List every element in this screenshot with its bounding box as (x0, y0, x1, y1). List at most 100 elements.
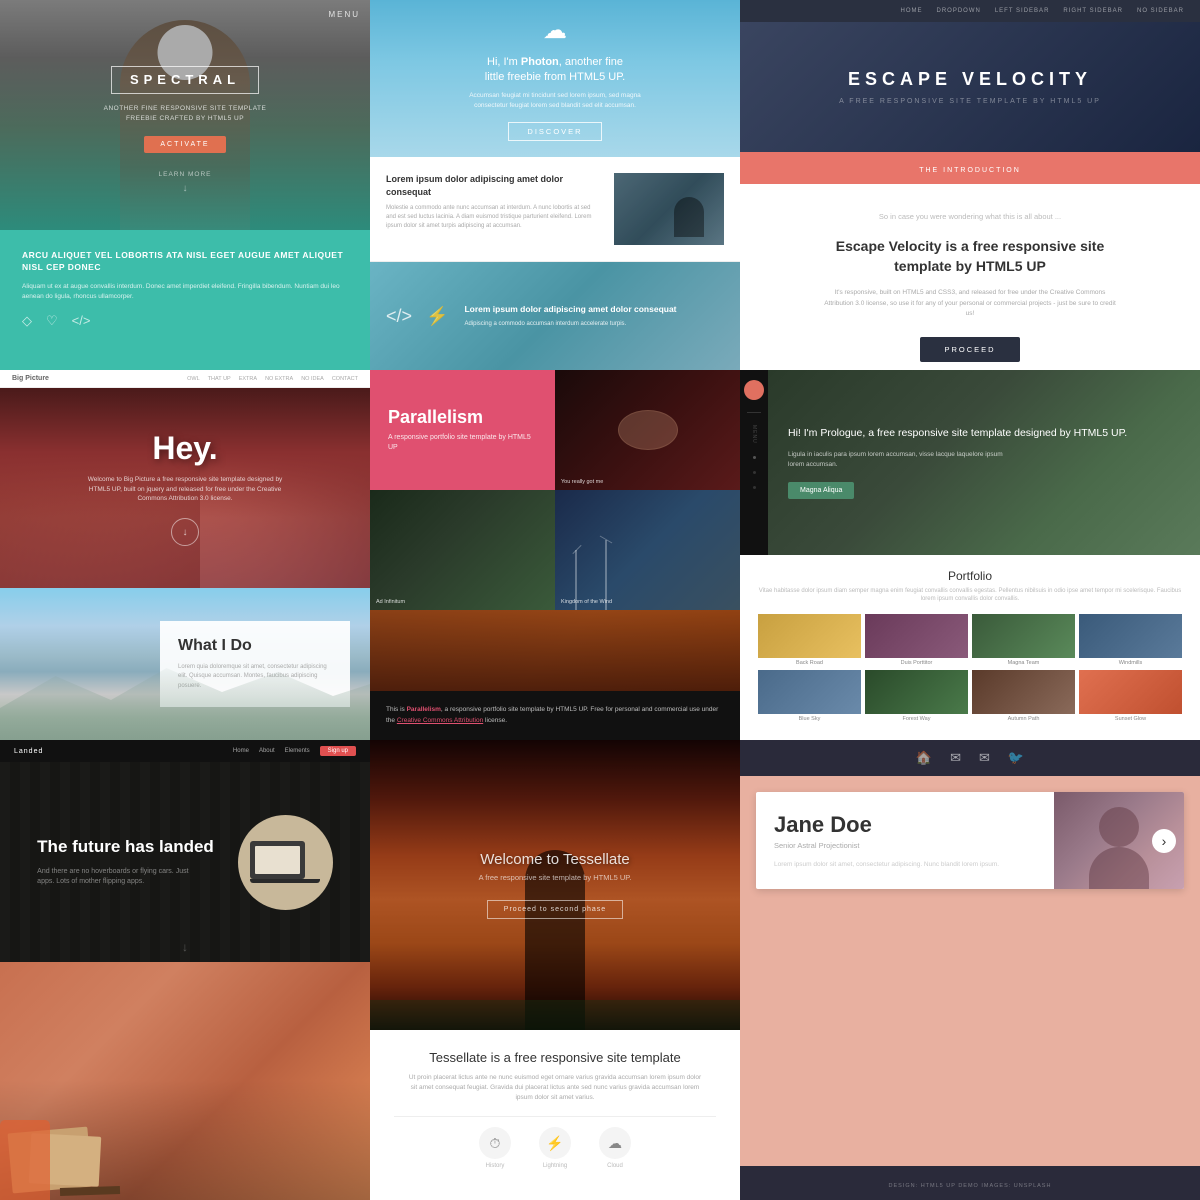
astral-next-button[interactable]: › (1152, 829, 1176, 853)
bp-nav-link-1[interactable]: OWL (187, 376, 200, 382)
portfolio-item-8[interactable]: Sunset Glow (1079, 670, 1182, 722)
ev-nav-left[interactable]: LEFT SIDEBAR (995, 8, 1050, 14)
para-license-link[interactable]: Creative Commons Attribution (397, 717, 483, 724)
ev-content: So in case you were wondering what this … (740, 184, 1200, 370)
portfolio-item-3[interactable]: Magna Team (972, 614, 1075, 666)
prologue-sidebar: MENU (740, 370, 768, 555)
tess-icon-cloud: ☁ Cloud (599, 1127, 631, 1169)
photon-banner-heading: Lorem ipsum dolor adipiscing amet dolor … (464, 304, 676, 316)
port-label-6: Forest Way (865, 716, 968, 722)
code-bracket-icon: </> (386, 306, 412, 327)
landed-nav-elements[interactable]: Elements (285, 748, 310, 754)
history-icon: ⏱ (479, 1127, 511, 1159)
para-img3-caption: Kingdom of the Wind (561, 599, 612, 605)
bp-hero: Hey. Welcome to Big Picture a free respo… (0, 388, 370, 588)
astral-mail-icon-1[interactable]: ✉ (950, 750, 961, 766)
astral-twitter-icon[interactable]: 🐦 (1008, 750, 1024, 766)
portfolio-item-6[interactable]: Forest Way (865, 670, 968, 722)
cell-parallelism: Parallelism A responsive portfolio site … (370, 370, 740, 740)
cell-tessellate: Welcome to Tessellate A free responsive … (370, 740, 740, 1200)
para-img-2: Ad Infinitum (370, 490, 555, 610)
ev-nav-links: HOME DROPDOWN LEFT SIDEBAR RIGHT SIDEBAR… (900, 8, 1184, 14)
lightning-icon: ⚡ (539, 1127, 571, 1159)
portfolio-item-5[interactable]: Blue Sky (758, 670, 861, 722)
lightning-icon: ⚡ (426, 306, 448, 327)
port-label-5: Blue Sky (758, 716, 861, 722)
ev-navbar: HOME DROPDOWN LEFT SIDEBAR RIGHT SIDEBAR… (740, 0, 1200, 22)
spectral-teal-heading: ARCU ALIQUET VEL LOBORTIS ATA NISL EGET … (22, 250, 348, 274)
portfolio-item-1[interactable]: Back Road (758, 614, 861, 666)
discover-button[interactable]: DISCOVER (508, 122, 601, 141)
landed-signup-button[interactable]: Sign up (320, 746, 356, 756)
cell-photon: ☁ Hi, I'm Photon, another finelittle fre… (370, 0, 740, 370)
landed-hero-title: The future has landed (37, 836, 214, 858)
spectral-teal-text: Aliquam ut ex at augue convallis interdu… (22, 282, 348, 302)
learn-more-link[interactable]: LEARN MORE (159, 171, 212, 178)
port-img-3 (972, 614, 1075, 658)
photon-content-heading: Lorem ipsum dolor adipiscing amet dolor … (386, 173, 602, 198)
ev-nav-right[interactable]: RIGHT SIDEBAR (1063, 8, 1123, 14)
astral-home-icon[interactable]: 🏠 (916, 750, 932, 766)
prologue-dot-2 (753, 471, 756, 474)
port-label-4: Windmills (1079, 660, 1182, 666)
bp-hey: Hey. (152, 430, 217, 467)
port-img-4 (1079, 614, 1182, 658)
tess-hero: Welcome to Tessellate A free responsive … (370, 740, 740, 1030)
cloud-icon-2: ☁ (599, 1127, 631, 1159)
prologue-avatar (744, 380, 764, 400)
tess-footer-title: Tessellate is a free responsive site tem… (394, 1050, 716, 1065)
prologue-cta-button[interactable]: Magna Aliqua (788, 482, 854, 499)
port-img-7 (972, 670, 1075, 714)
port-label-3: Magna Team (972, 660, 1075, 666)
landed-nav-about[interactable]: About (259, 748, 275, 754)
port-label-7: Autumn Path (972, 716, 1075, 722)
para-subtitle: A responsive portfolio site template by … (388, 433, 537, 453)
photon-banner-icons: </> ⚡ (386, 306, 448, 327)
bp-nav-link-3[interactable]: EXTRA (239, 376, 257, 382)
laptop-screen (250, 841, 305, 879)
port-img-1 (758, 614, 861, 658)
portfolio-item-7[interactable]: Autumn Path (972, 670, 1075, 722)
ev-nav-home[interactable]: HOME (900, 8, 922, 14)
bp-whatido-title: What I Do (178, 637, 332, 655)
tess-footer: Tessellate is a free responsive site tem… (370, 1030, 740, 1200)
bp-circle-icon[interactable]: ↓ (171, 518, 199, 546)
para-img2-caption: Ad Infinitum (376, 599, 405, 605)
astral-content: Jane Doe Senior Astral Projectionist Lor… (740, 776, 1200, 1166)
photon-content-image (614, 173, 724, 245)
tess-proceed-button[interactable]: Proceed to second phase (487, 900, 623, 919)
bp-landscape: What I Do Lorem quia doloremque sit amet… (0, 588, 370, 740)
ev-main-text: Escape Velocity is a free responsive sit… (820, 237, 1120, 276)
port-label-8: Sunset Glow (1079, 716, 1182, 722)
spectral-teal-section: ARCU ALIQUET VEL LOBORTIS ATA NISL EGET … (0, 230, 370, 370)
landed-nav-home[interactable]: Home (233, 748, 249, 754)
photon-banner-body: Adipiscing a commodo accumsan interdum a… (464, 320, 676, 328)
ev-nav-no[interactable]: NO SIDEBAR (1137, 8, 1184, 14)
spectral-subtitle: ANOTHER FINE RESPONSIVE SITE TEMPLATE FR… (95, 104, 275, 124)
ev-nav-dropdown[interactable]: DROPDOWN (936, 8, 980, 14)
portfolio-item-4[interactable]: Windmills (1079, 614, 1182, 666)
activate-button[interactable]: ACTIVATE (144, 136, 225, 153)
bp-nav-link-2[interactable]: THAT UP (208, 376, 231, 382)
prologue-hero-text: Hi! I'm Prologue, a free responsive site… (788, 426, 1180, 442)
port-img-8 (1079, 670, 1182, 714)
portfolio-desc: Vitae habitasse dolor ipsum diam semper … (758, 587, 1182, 604)
portfolio-grid: Back Road Duis Porttitor Magna Team Wind… (758, 614, 1182, 722)
bp-nav-link-6[interactable]: CONTACT (332, 376, 358, 382)
portfolio-item-2[interactable]: Duis Porttitor (865, 614, 968, 666)
ev-title: ESCAPE VELOCITY (848, 69, 1092, 90)
astral-mail-icon-2[interactable]: ✉ (979, 750, 990, 766)
ev-proceed-button[interactable]: PROCEED (920, 337, 1019, 362)
bp-nav-link-5[interactable]: NO IDEA (301, 376, 324, 382)
para-title: Parallelism (388, 407, 537, 428)
tess-icon-label-2: Lightning (543, 1163, 567, 1169)
prologue-main: Hi! I'm Prologue, a free responsive site… (768, 370, 1200, 555)
bp-nav-link-4[interactable]: NO EXTRA (265, 376, 293, 382)
prologue-menu-label: MENU (751, 425, 757, 444)
tess-icon-label-1: History (486, 1163, 505, 1169)
spectral-menu: MENU (328, 10, 360, 19)
ev-wondering: So in case you were wondering what this … (879, 212, 1061, 221)
spectral-down-arrow: ↓ (183, 183, 188, 194)
cell-big-picture: Big Picture OWL THAT UP EXTRA NO EXTRA N… (0, 370, 370, 740)
landed-bottom (0, 962, 370, 1200)
